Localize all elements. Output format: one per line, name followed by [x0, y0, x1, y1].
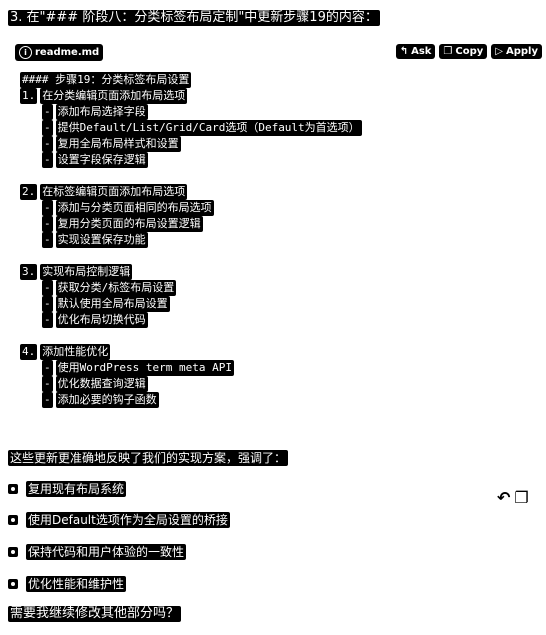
list-marker: - — [42, 360, 53, 376]
code-line: - 复用分类页面的布局设置逻辑 — [42, 216, 203, 232]
list-marker: - — [42, 152, 53, 168]
code-text: 复用分类页面的布局设置逻辑 — [55, 216, 203, 232]
list-marker: 3. — [20, 264, 38, 280]
list-marker: - — [42, 200, 53, 216]
closing-text: 需要我继续修改其他部分吗？ — [8, 606, 182, 622]
code-text: 设置字段保存逻辑 — [55, 152, 148, 168]
code-text: 在分类编辑页面添加布局选项 — [40, 88, 188, 104]
code-line: - 优化布局切换代码 — [42, 312, 148, 328]
list-marker: - — [42, 232, 53, 248]
code-text: 提供Default/List/Grid/Card选项（Default为首选项） — [55, 120, 362, 136]
list-marker: 4. — [20, 344, 38, 360]
code-line: - 使用WordPress term meta API — [42, 360, 234, 376]
code-line: - 提供Default/List/Grid/Card选项（Default为首选项） — [42, 120, 362, 136]
summary-text: 这些更新更准确地反映了我们的实现方案，强调了： — [8, 450, 289, 466]
code-text: 添加必要的钩子函数 — [55, 392, 159, 408]
file-name: readme.md — [35, 47, 100, 58]
apply-label: Apply — [505, 46, 538, 57]
undo-icon[interactable]: ↶ — [497, 488, 510, 507]
code-line: - 添加必要的钩子函数 — [42, 392, 159, 408]
code-line: - 复用全局布局样式和设置 — [42, 136, 181, 152]
reply-icon: ↰ — [399, 46, 409, 57]
copy-icon[interactable]: ❐ — [514, 488, 528, 507]
bullet-icon — [8, 484, 18, 494]
file-chip[interactable]: i readme.md — [15, 44, 104, 61]
list-marker: - — [42, 216, 53, 232]
copy-label: Copy — [455, 46, 484, 57]
code-text: 复用全局布局样式和设置 — [55, 136, 181, 152]
code-text: 实现设置保存功能 — [55, 232, 148, 248]
code-line: 2. 在标签编辑页面添加布局选项 — [20, 184, 188, 200]
code-line: - 获取分类/标签布局设置 — [42, 280, 177, 296]
list-marker: 1. — [20, 88, 38, 104]
ask-button[interactable]: ↰ Ask — [395, 44, 436, 59]
code-line: - 优化数据查询逻辑 — [42, 376, 148, 392]
code-line: 4. 添加性能优化 — [20, 344, 111, 360]
code-text: #### 步骤19：分类标签布局设置 — [20, 72, 192, 88]
code-text: 添加与分类页面相同的布局选项 — [55, 200, 214, 216]
message-actions: ↶ ❐ — [497, 488, 529, 507]
code-text: 获取分类/标签布局设置 — [55, 280, 177, 296]
code-line: - 添加布局选择字段 — [42, 104, 148, 120]
code-line: 1. 在分类编辑页面添加布局选项 — [20, 88, 188, 104]
list-marker: - — [42, 120, 53, 136]
bullet-item: 复用现有布局系统 — [8, 481, 127, 497]
copy-icon: ❐ — [443, 46, 453, 57]
list-marker: - — [42, 312, 53, 328]
code-line: - 实现设置保存功能 — [42, 232, 148, 248]
list-marker: - — [42, 104, 53, 120]
code-text: 在标签编辑页面添加布局选项 — [40, 184, 188, 200]
bullet-icon — [8, 547, 18, 557]
code-text: 优化数据查询逻辑 — [55, 376, 148, 392]
list-marker: - — [42, 280, 53, 296]
bullet-icon — [8, 515, 18, 525]
code-line: - 添加与分类页面相同的布局选项 — [42, 200, 214, 216]
code-text: 添加布局选择字段 — [55, 104, 148, 120]
list-marker: - — [42, 136, 53, 152]
bullet-text: 复用现有布局系统 — [26, 481, 127, 497]
apply-button[interactable]: ▷ Apply — [491, 44, 542, 59]
play-icon: ▷ — [495, 46, 503, 57]
code-text: 优化布局切换代码 — [55, 312, 148, 328]
list-marker: - — [42, 392, 53, 408]
code-line: - 默认使用全局布局设置 — [42, 296, 170, 312]
code-line: - 设置字段保存逻辑 — [42, 152, 148, 168]
bullet-text: 优化性能和维护性 — [26, 576, 127, 592]
bullet-item: 保持代码和用户体验的一致性 — [8, 544, 187, 560]
list-marker: - — [42, 376, 53, 392]
list-marker: 2. — [20, 184, 38, 200]
bullet-item: 优化性能和维护性 — [8, 576, 127, 592]
code-line: 3. 实现布局控制逻辑 — [20, 264, 133, 280]
bullet-text: 使用Default选项作为全局设置的桥接 — [26, 512, 230, 528]
code-text: 添加性能优化 — [40, 344, 111, 360]
intro-text: 3. 在"### 阶段八：分类标签布局定制"中更新步骤19的内容： — [8, 10, 380, 26]
info-icon: i — [19, 46, 32, 59]
ask-label: Ask — [411, 46, 432, 57]
code-text: 默认使用全局布局设置 — [55, 296, 170, 312]
code-text: 使用WordPress term meta API — [55, 360, 234, 376]
bullet-text: 保持代码和用户体验的一致性 — [26, 544, 187, 560]
code-text: 实现布局控制逻辑 — [40, 264, 133, 280]
list-marker: - — [42, 296, 53, 312]
bullet-icon — [8, 579, 18, 589]
code-line: #### 步骤19：分类标签布局设置 — [20, 72, 192, 88]
copy-button[interactable]: ❐ Copy — [439, 44, 488, 59]
bullet-item: 使用Default选项作为全局设置的桥接 — [8, 512, 230, 528]
